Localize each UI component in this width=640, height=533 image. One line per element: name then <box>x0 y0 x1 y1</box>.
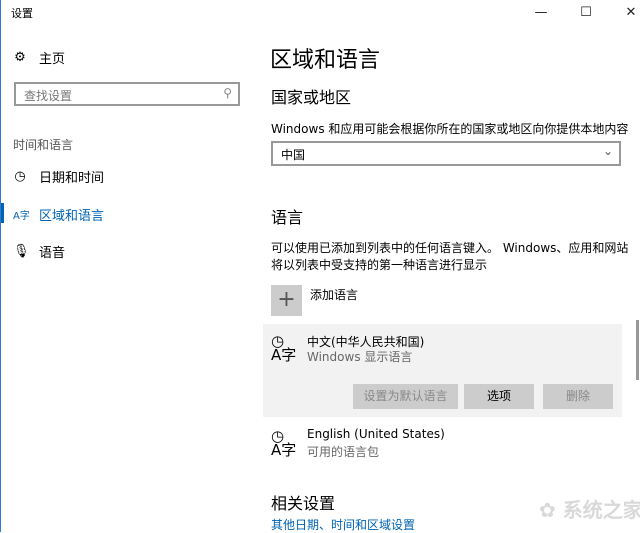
options-button[interactable]: 选项 <box>464 384 534 409</box>
remove-button[interactable]: 删除 <box>543 384 613 409</box>
search-input[interactable]: 查找设置 ⚲ <box>14 82 240 106</box>
set-default-button[interactable]: 设置为默认语言 <box>353 384 458 409</box>
country-dropdown[interactable]: 中国 ⌄ <box>271 141 621 166</box>
page-title: 区域和语言 <box>270 48 381 73</box>
language-description-1: 可以使用已添加到列表中的任何语言键入。 Windows、应用和网站 <box>271 241 629 255</box>
watermark-logo: ✿ 系统之家 <box>539 498 640 522</box>
country-description: Windows 和应用可能会根据你所在的国家或地区向你提供本地内容 <box>271 122 629 136</box>
home-label: 主页 <box>39 52 66 67</box>
gear-icon: ⚙ <box>14 50 26 65</box>
sidebar-item-label: 区域和语言 <box>39 209 105 224</box>
other-date-time-region-link[interactable]: 其他日期、时间和区域设置 <box>271 516 415 533</box>
plus-icon: + <box>277 287 296 312</box>
language-name[interactable]: English (United States) <box>307 427 445 441</box>
microphone-icon: 🎙 <box>13 244 30 259</box>
sidebar-item-speech[interactable]: 🎙 语音 <box>13 242 65 261</box>
language-status: Windows 显示语言 <box>307 350 413 364</box>
sidebar-item-date-time[interactable]: ◷ 日期和时间 <box>13 167 104 186</box>
language-status: 可用的语言包 <box>307 445 380 459</box>
sidebar-item-region-language[interactable]: A字 区域和语言 <box>13 205 104 224</box>
search-icon: ⚲ <box>223 86 232 100</box>
calendar-clock-icon: ◷ <box>14 169 26 184</box>
selection-indicator <box>1 203 4 223</box>
maximize-button[interactable]: ☐ <box>564 0 608 26</box>
add-language-button[interactable]: + <box>271 285 302 316</box>
language-description-2: 将以列表中受支持的第一种语言进行显示 <box>271 258 488 272</box>
sidebar-home[interactable]: ⚙ 主页 <box>13 48 65 67</box>
chevron-down-icon: ⌄ <box>602 144 613 158</box>
language-heading: 语言 <box>271 208 304 227</box>
language-pack-icon: ◷ A字 <box>271 332 297 364</box>
sidebar-item-label: 日期和时间 <box>39 171 105 186</box>
window-title: 设置 <box>11 7 33 20</box>
search-placeholder: 查找设置 <box>24 89 73 103</box>
scrollbar[interactable] <box>636 320 639 380</box>
country-heading: 国家或地区 <box>271 88 352 107</box>
add-language-label[interactable]: 添加语言 <box>310 286 358 303</box>
minimize-button[interactable]: — <box>519 0 563 26</box>
close-button[interactable]: ✕ <box>609 0 640 26</box>
sidebar-item-label: 语音 <box>39 246 66 261</box>
sidebar-section-label: 时间和语言 <box>13 138 74 152</box>
related-settings-heading: 相关设置 <box>271 494 336 513</box>
country-value: 中国 <box>281 148 306 162</box>
language-pack-icon: ◷ A字 <box>271 427 297 459</box>
language-icon: A字 <box>13 211 30 222</box>
